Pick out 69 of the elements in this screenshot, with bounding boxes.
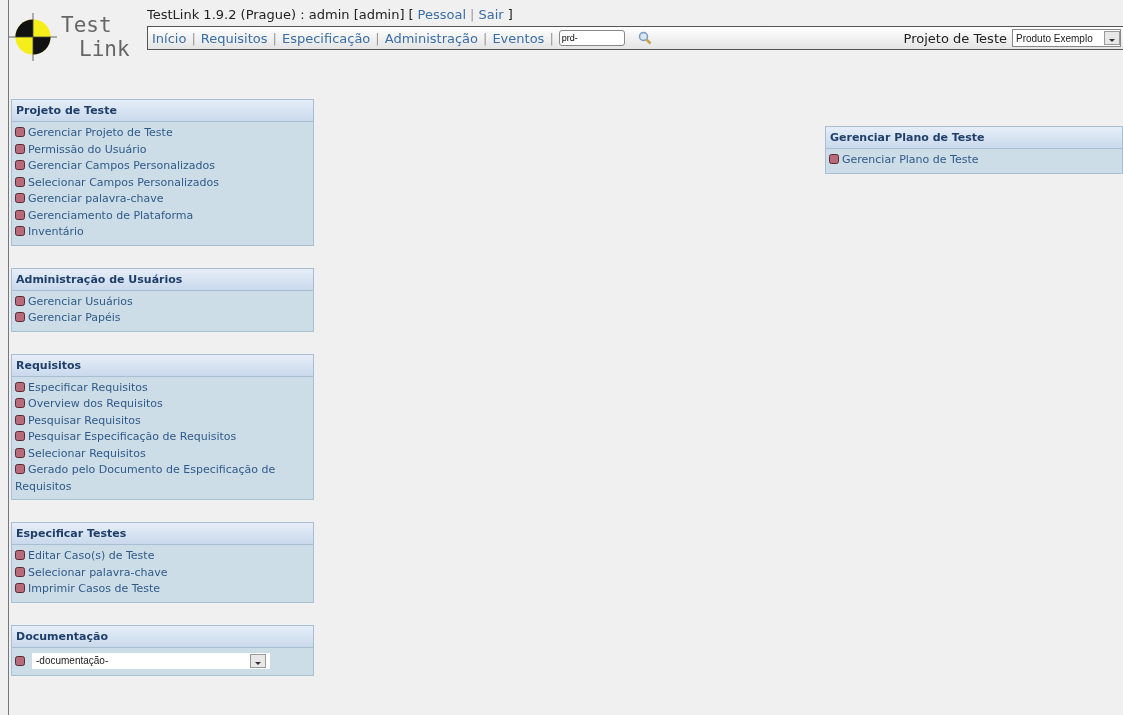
menu-link[interactable]: Especificar Requisitos bbox=[15, 379, 310, 396]
bullet-icon bbox=[15, 143, 25, 154]
caret-icon[interactable] bbox=[250, 653, 266, 668]
bullet-icon bbox=[15, 312, 25, 322]
menu-link[interactable]: Gerenciar Projeto de Teste bbox=[15, 125, 310, 142]
menu-link[interactable]: Pesquisar Requisitos bbox=[15, 412, 310, 429]
bullet-icon bbox=[15, 583, 25, 593]
app-title: TestLink 1.9.2 (Prague) : admin [admin] bbox=[147, 6, 405, 22]
documentation-dropdown[interactable]: -documentação- bbox=[32, 652, 270, 669]
bracket: [ bbox=[408, 6, 414, 22]
panel-title: Administração de Usuários bbox=[12, 268, 313, 291]
menu-link[interactable]: Gerenciar palavra-chave bbox=[15, 191, 310, 208]
bullet-icon bbox=[15, 414, 25, 425]
bullet-icon bbox=[15, 295, 25, 306]
menu-link[interactable]: Selecionar Campos Personalizados bbox=[15, 174, 310, 191]
panel-title: Gerenciar Plano de Teste bbox=[826, 127, 1122, 149]
menu-link[interactable]: Gerenciamento de Plataforma bbox=[15, 207, 310, 224]
separator: | bbox=[272, 30, 277, 46]
nav-link[interactable]: Início bbox=[152, 30, 187, 46]
bullet-icon bbox=[15, 655, 25, 666]
separator: | bbox=[549, 30, 554, 46]
panel-title: Requisitos bbox=[12, 354, 313, 377]
search-field[interactable]: prd- bbox=[558, 30, 625, 46]
nav-link[interactable]: Requisitos bbox=[200, 30, 268, 46]
bullet-icon bbox=[15, 176, 25, 187]
bullet-icon bbox=[15, 550, 25, 560]
menu-link[interactable]: Gerado pelo Documento de Especificação de Requisitos bbox=[15, 462, 310, 495]
project-dropdown[interactable]: Produto Exemplo bbox=[1012, 29, 1121, 47]
separator: | bbox=[191, 30, 196, 46]
panel-title: Projeto de Teste bbox=[12, 100, 313, 122]
menu-link[interactable]: Selecionar Requisitos bbox=[15, 445, 310, 462]
menu-link[interactable]: Overview dos Requisitos bbox=[15, 396, 310, 413]
menu-link[interactable]: Gerenciar Papéis bbox=[15, 310, 310, 327]
separator: | bbox=[375, 30, 380, 46]
menu-link[interactable]: Selecionar palavra-chave bbox=[15, 564, 310, 581]
menu-link[interactable]: Pesquisar Especificação de Requisitos bbox=[15, 429, 310, 446]
menu-link[interactable]: Permissão do Usuário bbox=[15, 141, 310, 158]
bracket: ] bbox=[507, 6, 513, 22]
logo: Test Link bbox=[9, 2, 139, 72]
bullet-icon bbox=[829, 154, 839, 164]
bullet-icon bbox=[15, 160, 25, 170]
nav-link[interactable]: Especificação bbox=[281, 30, 371, 46]
menu-link[interactable]: Gerenciar Campos Personalizados bbox=[15, 158, 310, 175]
bullet-icon bbox=[15, 209, 25, 220]
menu-link[interactable]: Gerenciar Usuários bbox=[15, 293, 310, 310]
menu-link[interactable]: Editar Caso(s) de Teste bbox=[15, 548, 310, 565]
menu-link[interactable]: Gerenciar Plano de Teste bbox=[829, 152, 1119, 169]
panel-title: Especificar Testes bbox=[12, 523, 313, 545]
nav-link[interactable]: Eventos bbox=[492, 30, 545, 46]
panel-title: Documentação bbox=[12, 625, 313, 648]
bullet-icon bbox=[15, 226, 25, 236]
project-label: Projeto de Teste bbox=[903, 30, 1007, 46]
bullet-icon bbox=[15, 431, 25, 441]
menu-link[interactable]: Imprimir Casos de Teste bbox=[15, 581, 310, 598]
nav-link[interactable]: Administração bbox=[384, 30, 478, 46]
separator: | bbox=[470, 6, 475, 22]
header-link[interactable]: Pessoal bbox=[417, 6, 467, 22]
bullet-icon bbox=[15, 447, 25, 458]
bullet-icon bbox=[15, 193, 25, 203]
bullet-icon bbox=[15, 464, 25, 474]
header-link[interactable]: Sair bbox=[478, 6, 504, 22]
caret-icon[interactable] bbox=[1104, 31, 1120, 45]
bullet-icon bbox=[15, 398, 25, 408]
search-icon[interactable] bbox=[637, 31, 652, 45]
bullet-icon bbox=[15, 566, 25, 577]
bullet-icon bbox=[15, 381, 25, 392]
bullet-icon bbox=[15, 127, 25, 137]
separator: | bbox=[483, 30, 488, 46]
menu-link[interactable]: Inventário bbox=[15, 224, 310, 241]
